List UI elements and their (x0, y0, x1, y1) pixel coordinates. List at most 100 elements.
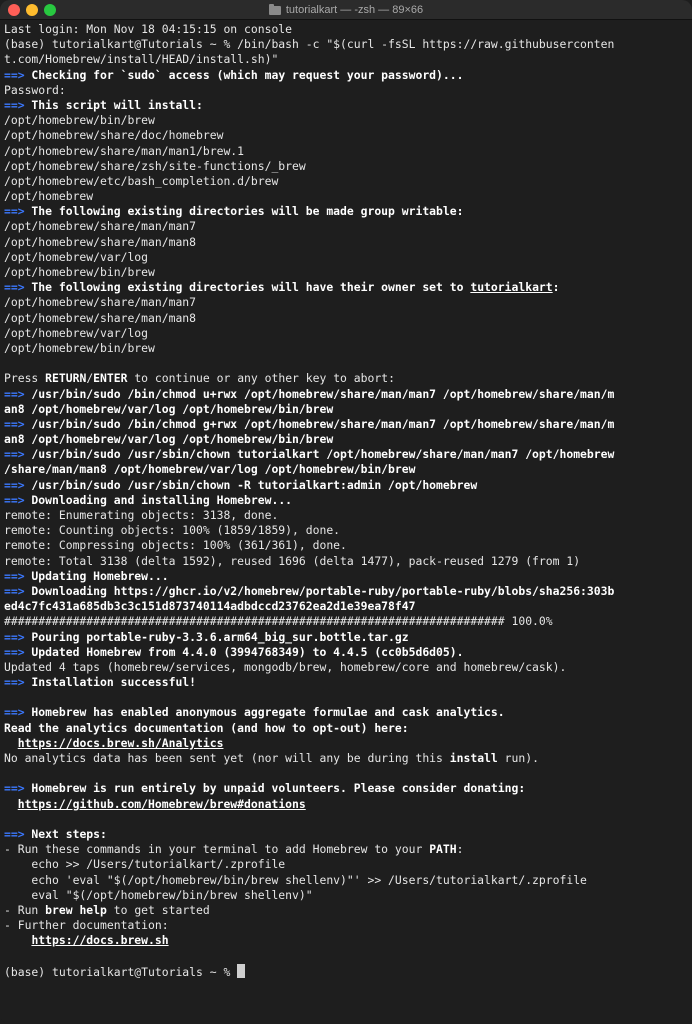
bold-text: Updated Homebrew from 4.4.0 (3994768349)… (24, 644, 464, 659)
output-text: to get started (106, 902, 210, 917)
bold-text: brew help (45, 902, 107, 917)
terminal-output[interactable]: Last login: Mon Nov 18 04:15:15 on conso… (4, 22, 688, 1024)
step-arrow: ==> (4, 675, 25, 690)
bold-text: Homebrew is run entirely by unpaid volun… (24, 781, 526, 796)
step-arrow: ==> (4, 477, 25, 492)
output-text: ########################################… (4, 614, 553, 629)
output-text: echo >> /Users/tutorialkart/.zprofile (4, 857, 286, 872)
terminal-line: ed4c7fc431a685db3c3c151d873740114adbdccd… (4, 599, 688, 614)
bold-text: an8 /opt/homebrew/var/log /opt/homebrew/… (4, 432, 334, 447)
step-arrow: ==> (4, 97, 25, 112)
terminal-line: /opt/homebrew/var/log (4, 250, 688, 265)
terminal-line: /opt/homebrew/share/zsh/site-functions/_… (4, 159, 688, 174)
bold-text: PATH (429, 842, 457, 857)
terminal-line: /opt/homebrew/var/log (4, 326, 688, 341)
bold-text: Downloading https://ghcr.io/v2/homebrew/… (24, 583, 615, 598)
terminal-line: ==> /usr/bin/sudo /bin/chmod u+rwx /opt/… (4, 387, 688, 402)
terminal-line: /opt/homebrew/share/man/man8 (4, 235, 688, 250)
terminal-line: Last login: Mon Nov 18 04:15:15 on conso… (4, 22, 688, 37)
bold-text: install (449, 751, 498, 765)
bold-text: This script will install: (24, 97, 203, 112)
output-text: No analytics data has been sent yet (nor… (4, 751, 450, 765)
terminal-line: ==> Downloading and installing Homebrew.… (4, 493, 688, 508)
terminal-line: an8 /opt/homebrew/var/log /opt/homebrew/… (4, 402, 688, 417)
step-arrow: ==> (4, 781, 25, 796)
terminal-line: https://docs.brew.sh/Analytics (4, 736, 688, 751)
bold-text: RETURN (45, 371, 87, 386)
terminal-link[interactable]: https://docs.brew.sh (31, 933, 168, 947)
output-text: /opt/homebrew/share/man/man1/brew.1 (4, 143, 245, 158)
terminal-line: ==> Checking for `sudo` access (which ma… (4, 68, 688, 83)
terminal-line: ==> This script will install: (4, 98, 688, 113)
terminal-line: /opt/homebrew/etc/bash_completion.d/brew (4, 174, 688, 189)
terminal-line: ==> The following existing directories w… (4, 204, 688, 219)
terminal-line: Password: (4, 83, 688, 98)
terminal-line: /opt/homebrew/share/man/man7 (4, 219, 688, 234)
output-text: - Run these commands in your terminal to… (4, 842, 430, 857)
output-text: remote: Enumerating objects: 3138, done. (4, 508, 279, 522)
title-bar[interactable]: tutorialkart — -zsh — 89×66 (0, 0, 692, 20)
output-text: remote: Counting objects: 100% (1859/185… (4, 523, 341, 538)
terminal-link[interactable]: tutorialkart (470, 280, 552, 294)
output-text: : (456, 842, 464, 857)
window-title: tutorialkart — -zsh — 89×66 (0, 0, 692, 20)
terminal-line: /share/man/man8 /opt/homebrew/var/log /o… (4, 462, 688, 477)
output-text: /opt/homebrew/bin/brew (4, 340, 155, 355)
terminal-line: ==> /usr/bin/sudo /usr/sbin/chown tutori… (4, 447, 688, 462)
bold-text: The following existing directories will … (24, 280, 471, 295)
step-arrow: ==> (4, 447, 25, 462)
output-text: remote: Total 3138 (delta 1592), reused … (4, 553, 581, 568)
terminal-window: tutorialkart — -zsh — 89×66 Last login: … (0, 0, 692, 1024)
output-text: - Run (4, 902, 46, 917)
output-text: /opt/homebrew/share/zsh/site-functions/_… (4, 158, 306, 173)
step-arrow: ==> (4, 67, 25, 82)
output-text: /opt/homebrew/share/man/man7 (4, 219, 197, 234)
step-arrow: ==> (4, 280, 25, 295)
bold-text: /usr/bin/sudo /bin/chmod g+rwx /opt/home… (24, 416, 615, 431)
step-arrow: ==> (4, 416, 25, 431)
output-text: run). (497, 751, 539, 765)
terminal-line: /opt/homebrew/share/doc/homebrew (4, 128, 688, 143)
terminal-line: /opt/homebrew/share/man/man7 (4, 295, 688, 310)
output-text: Press (4, 371, 46, 386)
bold-text: ed4c7fc431a685db3c3c151d873740114adbdccd… (4, 599, 416, 614)
terminal-line: t.com/Homebrew/install/HEAD/install.sh)" (4, 52, 688, 67)
window-title-text: tutorialkart — -zsh — 89×66 (285, 4, 424, 16)
output-text: (base) tutorialkart@Tutorials ~ % /bin/b… (4, 37, 615, 52)
output-text: Updated 4 taps (homebrew/services, mongo… (4, 659, 567, 674)
terminal-line: ==> Updating Homebrew... (4, 569, 688, 584)
terminal-line: (base) tutorialkart@Tutorials ~ % (4, 963, 688, 979)
output-text: /opt/homebrew/var/log (4, 325, 149, 340)
terminal-line: Read the analytics documentation (and ho… (4, 721, 688, 736)
terminal-line: - Run brew help to get started (4, 903, 688, 918)
output-text: Last login: Mon Nov 18 04:15:15 on conso… (4, 22, 293, 36)
step-arrow: ==> (4, 826, 25, 841)
step-arrow: ==> (4, 644, 25, 659)
terminal-line: /opt/homebrew (4, 189, 688, 204)
bold-text: an8 /opt/homebrew/var/log /opt/homebrew/… (4, 401, 334, 416)
terminal-line: ==> Pouring portable-ruby-3.3.6.arm64_bi… (4, 630, 688, 645)
step-arrow: ==> (4, 492, 25, 507)
terminal-link[interactable]: https://docs.brew.sh/Analytics (18, 736, 224, 750)
terminal-line: /opt/homebrew/bin/brew (4, 113, 688, 128)
terminal-line: ==> Homebrew is run entirely by unpaid v… (4, 781, 688, 796)
terminal-line: ==> Next steps: (4, 827, 688, 842)
terminal-line: echo 'eval "$(/opt/homebrew/bin/brew she… (4, 873, 688, 888)
terminal-line: remote: Compressing objects: 100% (361/3… (4, 538, 688, 553)
bold-text: The following existing directories will … (24, 204, 464, 219)
terminal-line: an8 /opt/homebrew/var/log /opt/homebrew/… (4, 432, 688, 447)
terminal-line: ==> Installation successful! (4, 675, 688, 690)
terminal-line: https://docs.brew.sh (4, 933, 688, 948)
terminal-line: ==> Homebrew has enabled anonymous aggre… (4, 705, 688, 720)
terminal-link[interactable]: https://github.com/Homebrew/brew#donatio… (18, 797, 306, 811)
step-arrow: ==> (4, 629, 25, 644)
bold-text: Installation successful! (24, 675, 197, 690)
terminal-line: ==> Downloading https://ghcr.io/v2/homeb… (4, 584, 688, 599)
terminal-line: /opt/homebrew/share/man/man1/brew.1 (4, 144, 688, 159)
